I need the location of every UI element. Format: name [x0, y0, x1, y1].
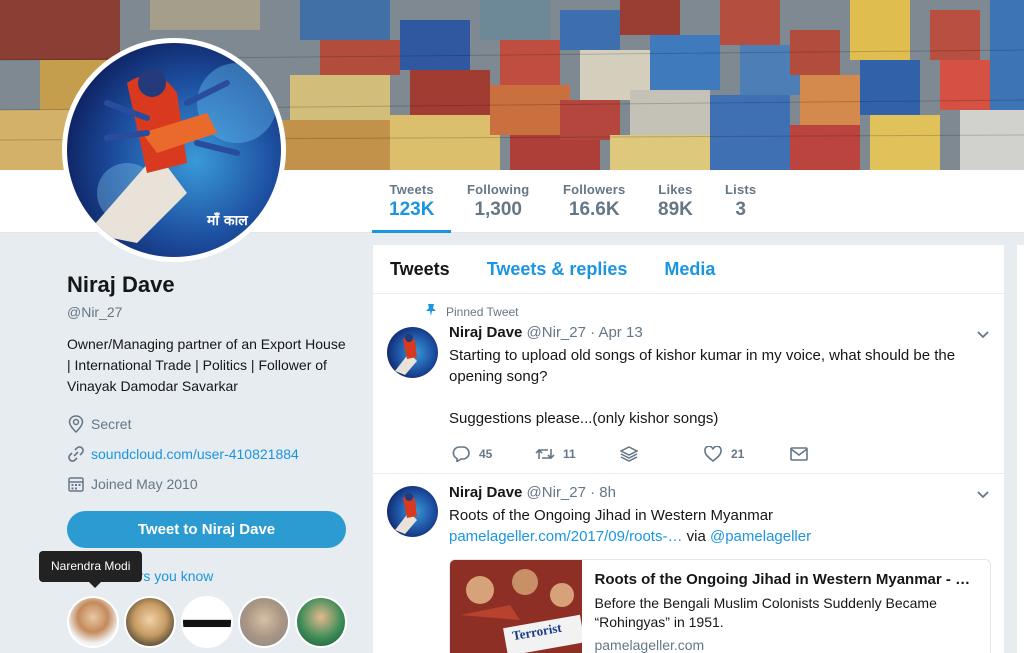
message-button[interactable]	[789, 444, 817, 464]
profile-website: soundcloud.com/user-410821884	[67, 443, 347, 464]
stat-value: 3	[735, 199, 746, 220]
profile-name[interactable]: Niraj Dave	[67, 272, 347, 298]
heart-icon	[703, 444, 723, 464]
card-description: Before the Bengali Muslim Colonists Sudd…	[594, 595, 937, 630]
pin-icon	[425, 303, 437, 320]
pinned-indicator: Pinned Tweet	[425, 303, 519, 320]
profile-handle[interactable]: @Nir_27	[67, 304, 347, 320]
via-text: via	[682, 528, 710, 545]
tweet-link[interactable]: pamelageller.com/2017/09/roots-…	[449, 528, 682, 545]
card-image: Terrorist	[450, 560, 583, 653]
tweet-author-name[interactable]: Niraj Dave	[449, 324, 522, 341]
follower-avatar[interactable]	[238, 596, 290, 648]
joined-text: Joined May 2010	[91, 475, 198, 492]
deity-artwork	[87, 63, 277, 243]
stat-label: Followers	[563, 182, 626, 197]
layers-icon	[619, 444, 639, 464]
tweet-pinned[interactable]: Pinned Tweet Niraj Dave @Nir_27 · Apr 13…	[373, 294, 1004, 474]
pinned-label: Pinned Tweet	[446, 304, 519, 319]
stat-lists[interactable]: Lists 3	[725, 182, 756, 221]
chevron-down-icon[interactable]	[976, 328, 990, 342]
stat-value: 89K	[658, 199, 693, 220]
tweet-meta[interactable]: @Nir_27 · 8h	[527, 484, 616, 501]
tweet-actions: 45 11 21	[451, 444, 817, 464]
mention-link[interactable]: @pamelageller	[710, 528, 811, 545]
tab-media[interactable]: Media	[664, 259, 715, 280]
tab-tweets-and-replies[interactable]: Tweets & replies	[487, 259, 628, 280]
tweet-header: Niraj Dave @Nir_27 · 8h	[449, 484, 616, 501]
link-card[interactable]: Terrorist Roots of the Ongoing Jihad in …	[449, 559, 991, 653]
reply-icon	[451, 444, 471, 464]
retweet-count: 11	[563, 447, 576, 461]
follower-avatar[interactable]	[181, 596, 233, 648]
tweet-avatar[interactable]	[387, 486, 438, 537]
tweet[interactable]: Niraj Dave @Nir_27 · 8h Roots of the Ong…	[373, 474, 1004, 653]
stat-label: Lists	[725, 182, 757, 197]
tweet-author-name[interactable]: Niraj Dave	[449, 484, 522, 501]
tweet-text: Roots of the Ongoing Jihad in Western My…	[449, 505, 984, 547]
tweet-avatar[interactable]	[387, 327, 438, 378]
location-pin-icon	[67, 414, 85, 433]
tweet-text: Starting to upload old songs of kishor k…	[449, 347, 956, 385]
stat-value: 123K	[389, 199, 435, 220]
calendar-icon	[67, 475, 85, 493]
stat-value: 1,300	[474, 199, 522, 220]
follower-avatar[interactable]	[295, 596, 347, 648]
website-link[interactable]: soundcloud.com/user-410821884	[91, 446, 299, 462]
location-text: Secret	[91, 415, 132, 432]
follower-avatar[interactable]	[124, 596, 176, 648]
avatar-caption: माँ काल	[207, 213, 248, 229]
card-url: pamelageller.com	[594, 637, 705, 653]
stat-following[interactable]: Following 1,300	[467, 182, 529, 221]
reply-button[interactable]: 45	[451, 444, 535, 464]
stat-label: Tweets	[389, 182, 434, 197]
stat-value: 16.6K	[568, 199, 620, 220]
card-body: Roots of the Ongoing Jihad in Western My…	[582, 560, 990, 653]
tweet-header: Niraj Dave @Nir_27 · Apr 13	[449, 324, 643, 341]
profile-location: Secret	[67, 413, 347, 434]
stat-likes[interactable]: Likes 89K	[658, 182, 693, 221]
tooltip: Narendra Modi	[39, 551, 143, 588]
stat-followers[interactable]: Followers 16.6K	[563, 182, 625, 221]
stat-label: Likes	[658, 182, 693, 197]
follower-avatar[interactable]	[67, 596, 119, 648]
card-title: Roots of the Ongoing Jihad in Western My…	[594, 571, 971, 588]
retweet-button[interactable]: 11	[535, 444, 619, 464]
timeline-tabs: Tweets Tweets & replies Media	[373, 245, 1004, 294]
tweet-meta[interactable]: @Nir_27 · Apr 13	[527, 324, 643, 341]
stack-button[interactable]	[619, 444, 703, 464]
stat-tweets[interactable]: Tweets 123K	[371, 182, 453, 233]
profile-joined: Joined May 2010	[67, 473, 347, 494]
profile-card: Niraj Dave @Nir_27 Owner/Managing partne…	[67, 272, 347, 494]
stat-label: Following	[467, 182, 530, 197]
like-button[interactable]: 21	[703, 444, 789, 464]
tweet-to-button[interactable]: Tweet to Niraj Dave	[67, 511, 346, 548]
profile-bio: Owner/Managing partner of an Export Hous…	[67, 336, 346, 394]
profile-avatar[interactable]: माँ काल	[62, 38, 286, 262]
right-sidebar-edge	[1017, 245, 1024, 653]
link-icon	[67, 445, 85, 463]
tab-tweets[interactable]: Tweets	[390, 259, 450, 280]
retweet-icon	[535, 444, 555, 464]
envelope-icon	[789, 444, 809, 464]
reply-count: 45	[479, 447, 493, 461]
followers-you-know-avatars	[67, 596, 352, 648]
like-count: 21	[731, 447, 745, 461]
tweet-text-line2: Suggestions please...(only kishor songs)	[449, 410, 719, 427]
chevron-down-icon[interactable]	[976, 488, 990, 502]
tweet-text-prefix: Roots of the Ongoing Jihad in Western My…	[449, 507, 774, 524]
timeline: Tweets Tweets & replies Media Pinned Twe…	[373, 245, 1004, 653]
